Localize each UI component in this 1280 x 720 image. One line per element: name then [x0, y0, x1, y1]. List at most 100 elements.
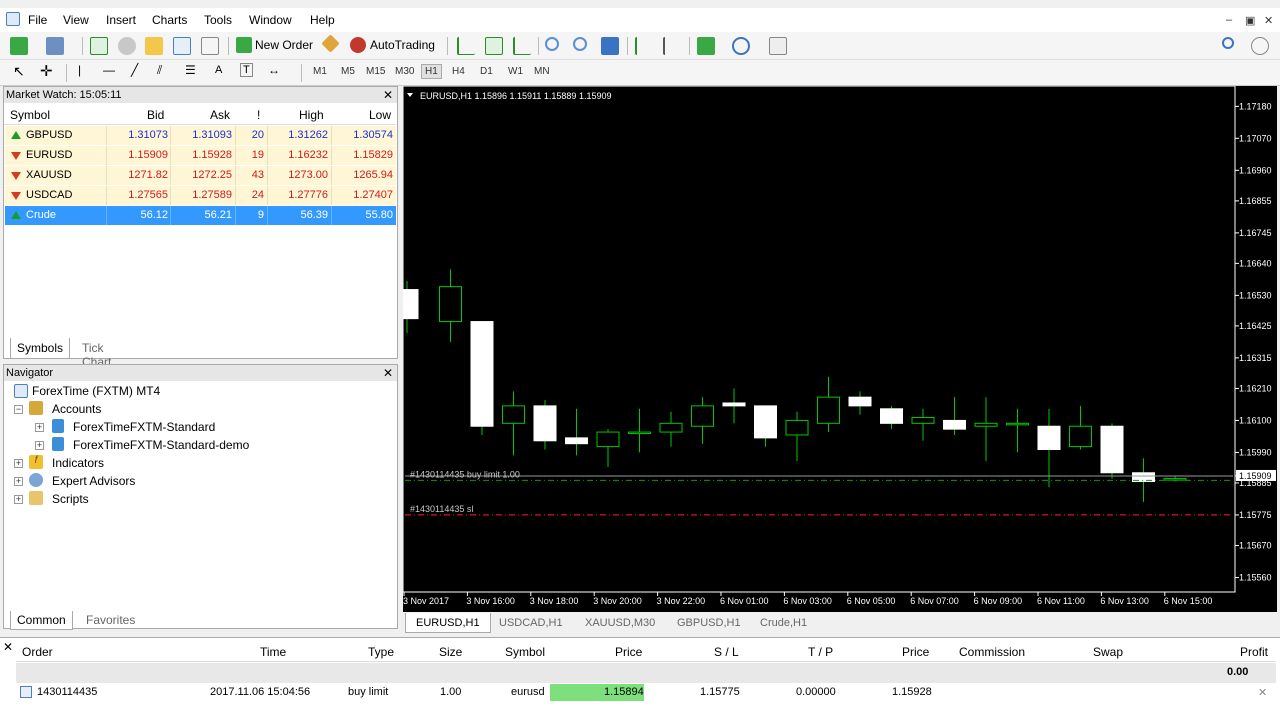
col-sl[interactable]: S / L [714, 645, 739, 659]
tab-common[interactable]: Common [10, 611, 73, 630]
chat-icon[interactable] [1251, 37, 1269, 55]
terminal-icon[interactable] [173, 37, 191, 55]
tab-symbols[interactable]: Symbols [10, 338, 71, 359]
search-icon[interactable] [1222, 37, 1234, 49]
timeframe-d1[interactable]: D1 [480, 66, 493, 77]
fibonacci-icon[interactable]: ☰ [185, 63, 196, 77]
minimize-icon[interactable]: – [1226, 14, 1232, 26]
zoom-out-icon[interactable] [573, 37, 587, 51]
nav-account-standard[interactable]: ForexTimeFXTM-Standard [73, 420, 215, 434]
nav-expert-advisors[interactable]: Expert Advisors [52, 474, 135, 488]
meta-editor-icon[interactable] [321, 34, 340, 53]
candlestick-chart[interactable]: 1.17180 1.17070 1.16960 1.16855 1.16745 1.166… [403, 86, 1277, 612]
tab-favorites[interactable]: Favorites [80, 611, 141, 629]
arrows-icon[interactable]: ↔ [268, 63, 280, 77]
new-order-icon[interactable] [236, 37, 252, 53]
candlestick-icon[interactable] [485, 37, 503, 55]
menu-file[interactable]: File [28, 13, 47, 27]
nav-indicators[interactable]: Indicators [52, 456, 104, 470]
col-profit[interactable]: Profit [1240, 645, 1268, 659]
menu-view[interactable]: View [63, 13, 89, 27]
nav-account-demo[interactable]: ForexTimeFXTM-Standard-demo [73, 438, 249, 452]
bar-chart-icon[interactable] [457, 37, 475, 55]
chart-tab-xauusd[interactable]: XAUUSD,M30 [575, 613, 665, 633]
order-price[interactable]: 1.15894 [604, 686, 644, 698]
expand-account-2-icon[interactable]: + [35, 441, 44, 450]
restore-icon[interactable]: ▣ [1245, 14, 1255, 27]
market-watch-row[interactable]: XAUUSD 1271.82 1272.25 43 1273.00 1265.94 [5, 166, 396, 185]
expand-accounts-icon[interactable]: − [14, 405, 23, 414]
chart-window[interactable]: 1.17180 1.17070 1.16960 1.16855 1.16745 1.166… [403, 86, 1277, 612]
col-spread[interactable]: ! [257, 108, 260, 122]
autoscroll-icon[interactable] [663, 37, 681, 55]
menu-tools[interactable]: Tools [204, 13, 232, 27]
market-watch-row[interactable]: EURUSD 1.15909 1.15928 19 1.16232 1.15829 [5, 146, 396, 165]
order-tp[interactable]: 0.00000 [796, 686, 836, 698]
terminal-close-icon[interactable]: ✕ [3, 640, 13, 654]
text-label-icon[interactable]: T [240, 63, 253, 77]
order-row[interactable]: 1430114435 2017.11.06 15:04:56 buy limit… [16, 683, 1276, 703]
expand-indicators-icon[interactable]: + [14, 459, 23, 468]
templates-icon[interactable] [769, 37, 787, 55]
market-watch-row[interactable]: Crude 56.12 56.21 9 56.39 55.80 [5, 206, 396, 225]
market-watch-close-icon[interactable]: ✕ [383, 87, 393, 103]
col-order[interactable]: Order [22, 645, 53, 659]
data-window-icon[interactable] [118, 37, 136, 55]
chart-shift-icon[interactable] [635, 37, 653, 55]
trendline-icon[interactable]: ╱ [131, 63, 138, 77]
cursor-icon[interactable]: ↖ [13, 63, 25, 80]
nav-accounts[interactable]: Accounts [52, 402, 101, 416]
expand-experts-icon[interactable]: + [14, 477, 23, 486]
nav-scripts[interactable]: Scripts [52, 492, 89, 506]
channel-icon[interactable]: ⫽ [157, 63, 162, 78]
text-icon[interactable]: A [215, 64, 222, 76]
col-low[interactable]: Low [369, 108, 391, 122]
timeframe-h1[interactable]: H1 [421, 64, 442, 79]
timeframe-m5[interactable]: M5 [341, 66, 355, 77]
expand-scripts-icon[interactable]: + [14, 495, 23, 504]
col-ask[interactable]: Ask [210, 108, 230, 122]
order-sl[interactable]: 1.15775 [700, 686, 740, 698]
col-tp[interactable]: T / P [808, 645, 833, 659]
col-swap[interactable]: Swap [1093, 645, 1123, 659]
new-order-button[interactable]: New Order [255, 38, 313, 52]
col-high[interactable]: High [299, 108, 324, 122]
market-watch-icon[interactable] [90, 37, 108, 55]
navigator-icon[interactable] [145, 37, 163, 55]
order-delete-icon[interactable]: ✕ [1258, 686, 1267, 699]
chart-tab-usdcad[interactable]: USDCAD,H1 [489, 613, 573, 633]
profiles-icon[interactable] [46, 37, 64, 55]
menu-window[interactable]: Window [249, 13, 292, 27]
col-type[interactable]: Type [368, 645, 394, 659]
expand-account-1-icon[interactable]: + [35, 423, 44, 432]
timeframe-h4[interactable]: H4 [452, 66, 465, 77]
new-chart-icon[interactable] [10, 37, 28, 55]
timeframe-m1[interactable]: M1 [313, 66, 327, 77]
market-watch-row[interactable]: USDCAD 1.27565 1.27589 24 1.27776 1.27407 [5, 186, 396, 205]
menu-help[interactable]: Help [310, 13, 335, 27]
col-time[interactable]: Time [260, 645, 286, 659]
close-icon[interactable]: ✕ [1264, 14, 1273, 27]
tile-windows-icon[interactable] [601, 37, 619, 55]
chart-tab-crude[interactable]: Crude,H1 [750, 613, 817, 633]
zoom-in-icon[interactable] [545, 37, 559, 51]
autotrading-icon[interactable] [350, 37, 366, 53]
col-symbol[interactable]: Symbol [505, 645, 545, 659]
timeframe-w1[interactable]: W1 [508, 66, 523, 77]
crosshair-icon[interactable]: ✛ [40, 62, 53, 80]
vertical-line-icon[interactable]: | [78, 63, 81, 77]
col-commission[interactable]: Commission [959, 645, 1025, 659]
tester-icon[interactable] [201, 37, 219, 55]
chart-tab-gbpusd[interactable]: GBPUSD,H1 [667, 613, 751, 633]
navigator-root[interactable]: ForexTime (FXTM) MT4 [32, 384, 160, 398]
col-current-price[interactable]: Price [902, 645, 929, 659]
menu-charts[interactable]: Charts [152, 13, 187, 27]
timeframe-m15[interactable]: M15 [366, 66, 385, 77]
chart-tab-eurusd[interactable]: EURUSD,H1 [405, 613, 491, 633]
col-price[interactable]: Price [615, 645, 642, 659]
horizontal-line-icon[interactable]: — [103, 63, 115, 77]
col-bid[interactable]: Bid [147, 108, 164, 122]
market-watch-row[interactable]: GBPUSD 1.31073 1.31093 20 1.31262 1.30574 [5, 126, 396, 145]
menu-insert[interactable]: Insert [106, 13, 136, 27]
col-symbol[interactable]: Symbol [10, 108, 50, 122]
